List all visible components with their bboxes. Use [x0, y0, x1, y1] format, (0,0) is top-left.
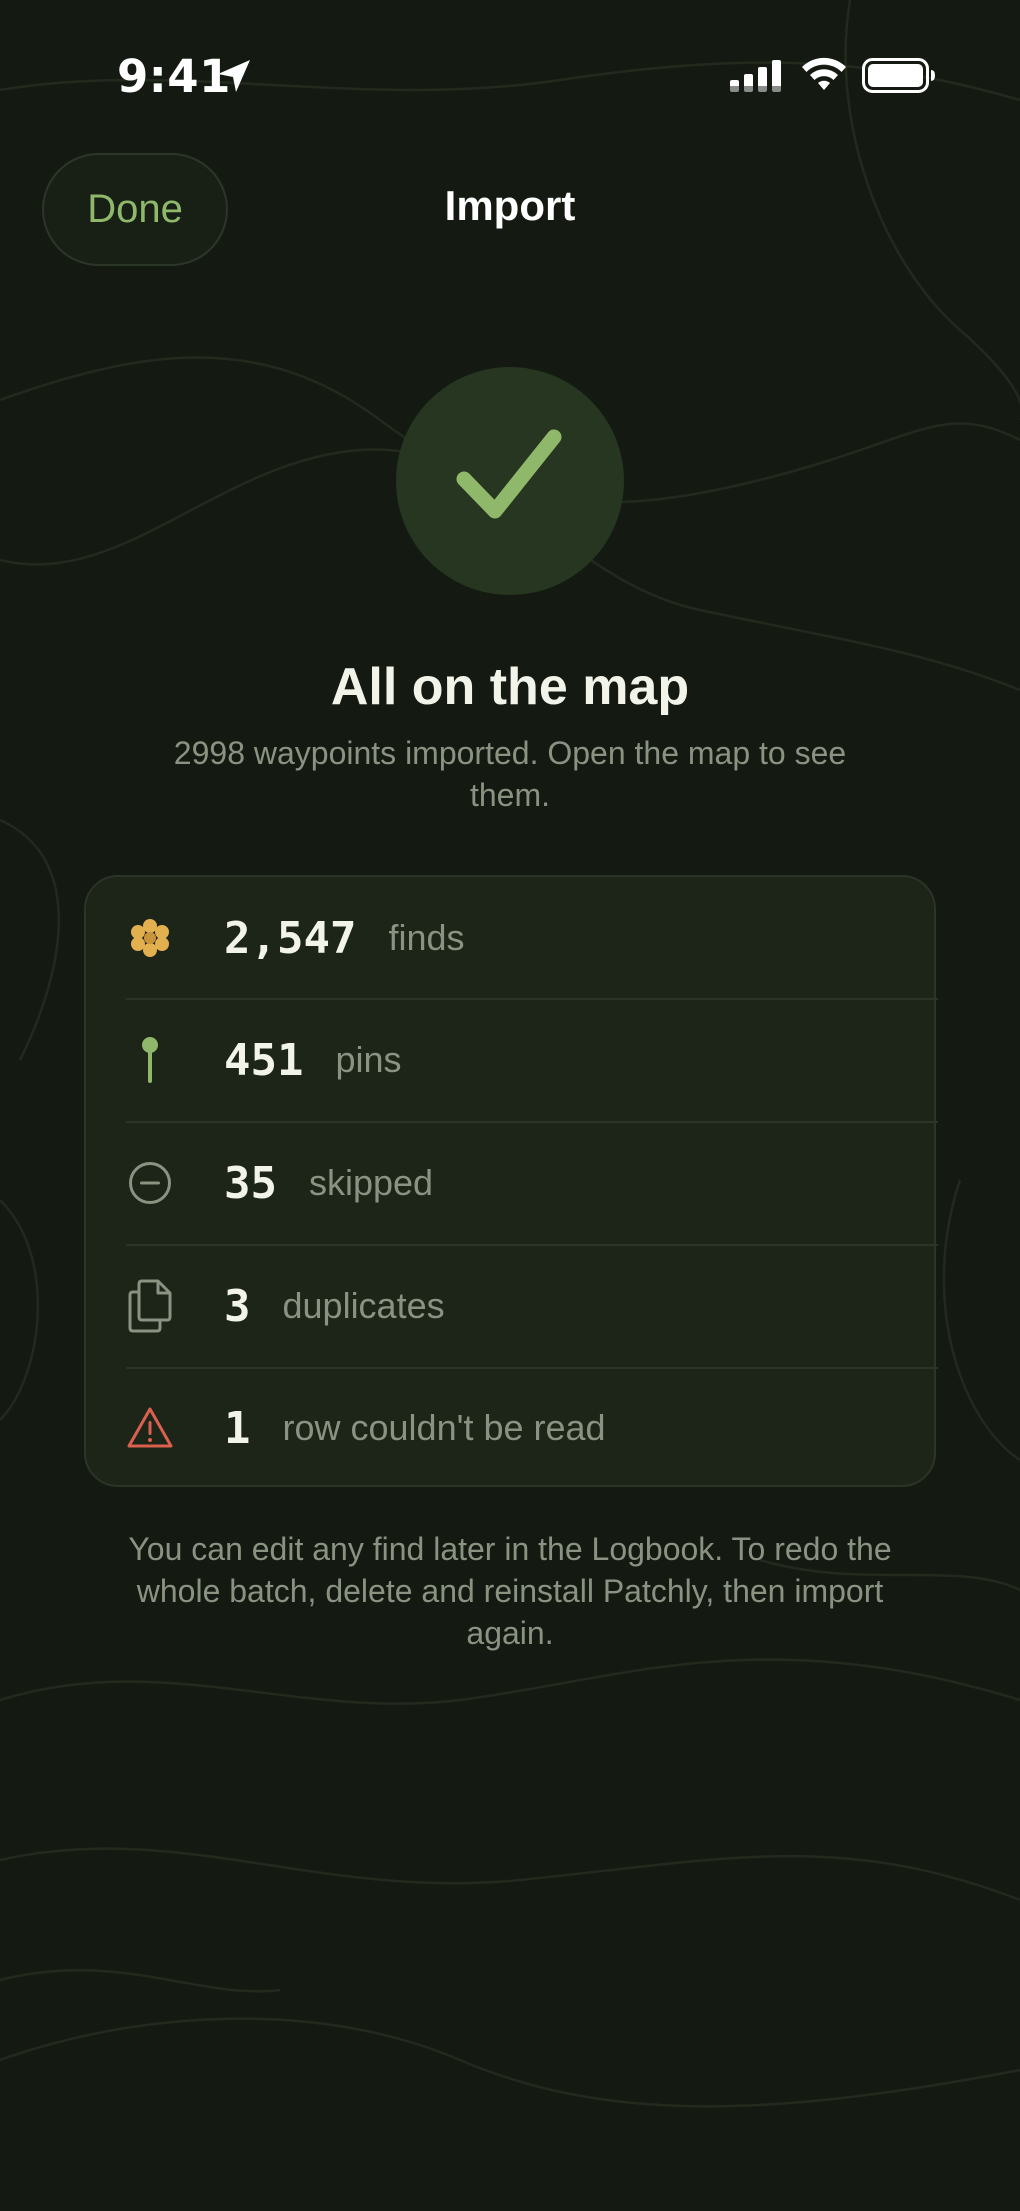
- logbook-footnote: You can edit any find later in the Logbo…: [128, 1531, 892, 1651]
- stat-label: skipped: [308, 1162, 434, 1203]
- checkmark-icon: [456, 429, 562, 519]
- stat-row-duplicates: 3 duplicates: [126, 1245, 938, 1367]
- stat-row-unreadable: 1 row couldn't be read: [126, 1367, 938, 1489]
- stat-label: finds: [388, 917, 465, 958]
- success-badge: [396, 367, 624, 595]
- stat-count: 451: [224, 1034, 304, 1086]
- stat-row-skipped: 35 skipped: [126, 1122, 938, 1244]
- warning-triangle-icon: [126, 1400, 174, 1456]
- page-title: Import: [444, 182, 576, 229]
- stat-count: 1: [224, 1402, 251, 1454]
- stat-count: 3: [224, 1280, 251, 1332]
- pin-icon: [126, 1032, 174, 1088]
- duplicate-documents-icon: [126, 1278, 174, 1334]
- cellular-signal-icon: [730, 60, 781, 92]
- stat-row-finds: 2,547 finds: [126, 877, 938, 999]
- wifi-icon: [802, 57, 846, 90]
- location-arrow-icon: [218, 60, 250, 92]
- stat-count: 35: [224, 1157, 277, 1209]
- battery-full-icon: [862, 58, 935, 93]
- done-button[interactable]: Done: [42, 153, 228, 266]
- stat-label: duplicates: [282, 1285, 445, 1326]
- success-headline: All on the map: [330, 658, 690, 716]
- stat-row-pins: 451 pins: [126, 999, 938, 1121]
- minus-circle-icon: [126, 1155, 174, 1211]
- stat-label: pins: [335, 1039, 402, 1080]
- stat-count: 2,547: [224, 912, 357, 964]
- import-summary-card: 2,547 finds 451 pins 35 skipped 3 duplic…: [84, 875, 938, 1489]
- stat-label: row couldn't be read: [282, 1407, 606, 1448]
- flower-icon: [126, 910, 174, 966]
- success-message: 2998 waypoints imported. Open the map to…: [173, 735, 847, 813]
